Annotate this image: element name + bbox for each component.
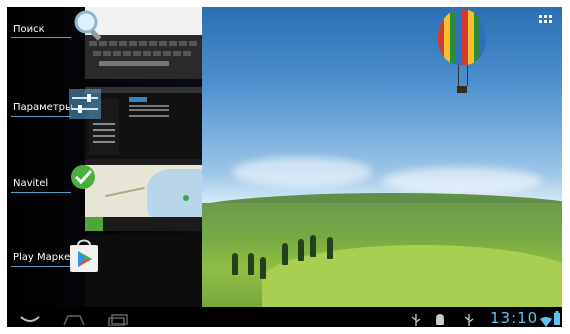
recent-app-thumbnail[interactable] <box>85 87 202 159</box>
battery-icon <box>554 310 560 327</box>
label-underline <box>11 266 71 267</box>
search-icon <box>73 9 102 41</box>
recent-app-thumbnail[interactable] <box>85 235 202 307</box>
status-clock[interactable]: 13:10 <box>490 309 538 327</box>
back-icon[interactable] <box>19 311 41 327</box>
tree <box>282 243 288 265</box>
cloud <box>232 157 372 187</box>
tree <box>260 257 266 279</box>
navitel-icon <box>69 163 97 191</box>
recent-app-label: Play Марке <box>13 252 71 263</box>
wifi-icon <box>540 312 552 327</box>
recent-app-label: Поиск <box>13 24 45 35</box>
recent-app-label: Параметры <box>13 102 73 113</box>
system-navigation-bar: 13:10 <box>7 307 562 327</box>
play-store-icon <box>69 239 98 272</box>
tree <box>232 253 238 275</box>
recent-apps-icon[interactable] <box>107 311 129 327</box>
android-debug-icon <box>434 311 446 327</box>
home-wallpaper <box>202 7 562 307</box>
recent-app-label: Navitel <box>13 178 49 189</box>
tree <box>248 253 254 275</box>
device-frame: Поиск Параметры Navitel Play Марке 13:10 <box>0 0 570 334</box>
all-apps-icon[interactable] <box>539 15 553 25</box>
settings-sliders-icon <box>69 89 101 119</box>
hot-air-balloon <box>438 9 486 93</box>
cloud <box>382 167 542 195</box>
usb-icon <box>411 311 421 327</box>
label-underline <box>11 116 71 117</box>
keyboard-preview <box>85 35 202 79</box>
tree <box>298 239 304 261</box>
label-underline <box>11 37 71 38</box>
tablet-screen: Поиск Параметры Navitel Play Марке 13:10 <box>7 7 562 327</box>
recent-app-thumbnail[interactable] <box>85 159 202 231</box>
recent-apps-panel: Поиск Параметры Navitel Play Марке <box>7 7 202 307</box>
tree <box>310 235 316 257</box>
tree <box>327 237 333 259</box>
label-underline <box>11 192 71 193</box>
home-icon[interactable] <box>62 311 86 327</box>
usb-icon <box>464 311 474 327</box>
